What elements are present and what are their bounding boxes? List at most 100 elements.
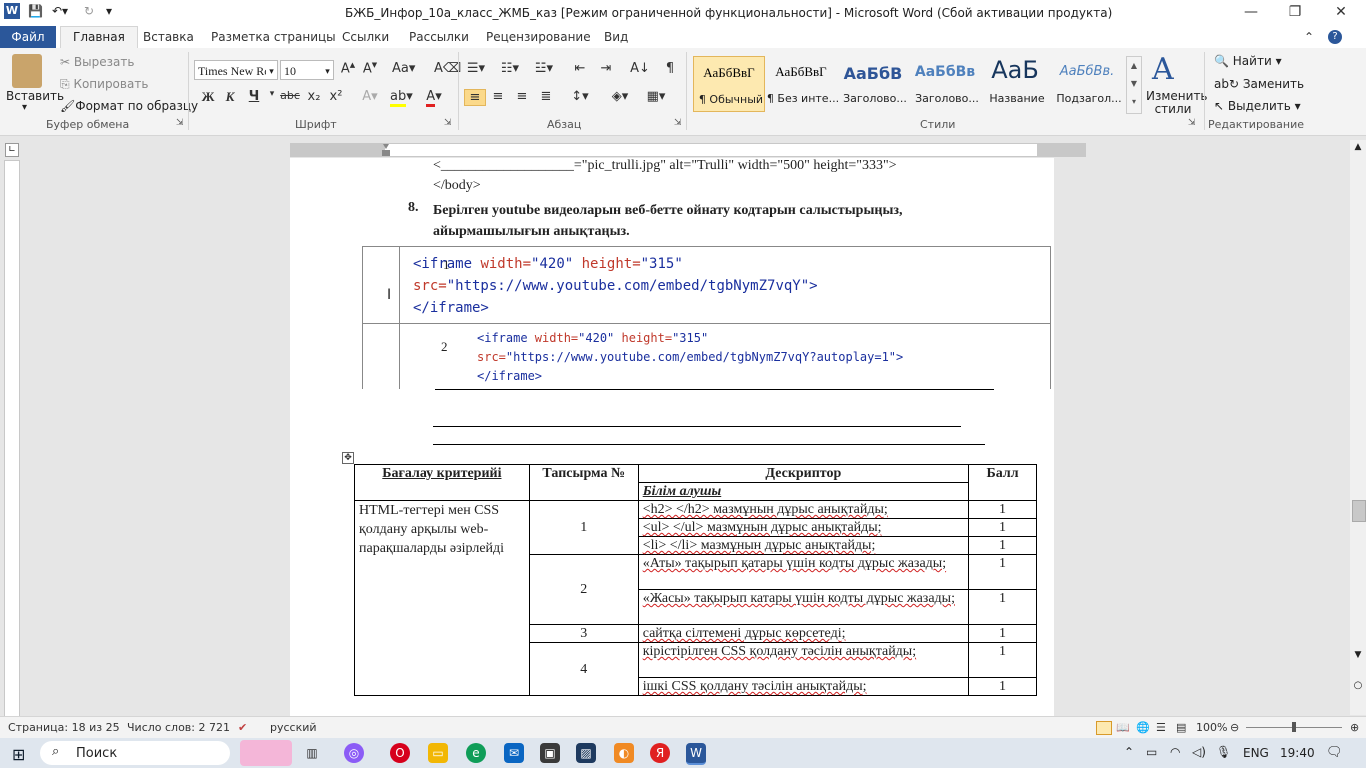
clock[interactable]: 19:40 — [1280, 746, 1315, 760]
tab-review[interactable]: Рецензирование — [486, 30, 591, 44]
borders-icon[interactable]: ▦▾ — [646, 89, 666, 104]
style-heading-2[interactable]: АаБбВв Заголово... — [910, 56, 980, 110]
multilevel-list-icon[interactable]: ☳▾ — [534, 61, 554, 76]
edge-icon[interactable]: e — [466, 743, 486, 763]
tab-home[interactable]: Главная — [60, 26, 138, 49]
style-title[interactable]: АаБ Название — [980, 56, 1050, 110]
paragraph-launcher-icon[interactable]: ⇲ — [674, 118, 682, 128]
bullets-icon[interactable]: ☰▾ — [466, 61, 486, 76]
paste-button[interactable]: Вставить — [6, 89, 64, 103]
browse-object-icon[interactable]: ○ — [1352, 680, 1364, 692]
style-heading-1[interactable]: АаБбВ Заголово... — [838, 56, 908, 110]
decrease-indent-icon[interactable]: ⇤ — [570, 61, 590, 76]
clear-formatting-icon[interactable]: A⌫ — [434, 61, 461, 76]
tab-insert[interactable]: Вставка — [143, 30, 194, 44]
proofing-icon[interactable]: ✔︎ — [238, 721, 247, 734]
tab-references[interactable]: Ссылки — [342, 30, 389, 44]
word-app-icon[interactable]: W — [4, 3, 20, 19]
battery-icon[interactable]: ▭ — [1146, 745, 1157, 759]
horizontal-ruler[interactable] — [290, 143, 1086, 157]
tab-selector-icon[interactable]: ∟ — [5, 143, 19, 157]
zoom-slider-thumb[interactable] — [1292, 722, 1296, 732]
yandex-icon[interactable]: Я — [650, 743, 670, 763]
paste-dropdown-icon[interactable]: ▾ — [22, 102, 27, 113]
style-normal[interactable]: АаБбВвГ ¶ Обычный — [693, 56, 765, 112]
zoom-in-icon[interactable]: ⊕ — [1350, 721, 1359, 734]
outline-icon[interactable]: ☰ — [1156, 721, 1166, 734]
tab-file[interactable]: Файл — [0, 26, 56, 48]
change-styles-icon[interactable]: A — [1152, 52, 1174, 87]
increase-indent-icon[interactable]: ⇥ — [596, 61, 616, 76]
grow-font-icon[interactable]: A▲ — [338, 61, 358, 76]
subscript-icon[interactable]: x₂ — [304, 89, 324, 104]
align-right-icon[interactable]: ≡ — [512, 89, 532, 104]
style-no-spacing[interactable]: АаБбВвГ ¶ Без инте... — [766, 56, 839, 110]
find-button[interactable]: 🔍 Найти ▾ — [1214, 54, 1282, 68]
numbering-icon[interactable]: ☷▾ — [500, 61, 520, 76]
shading-icon[interactable]: ◈▾ — [610, 89, 630, 104]
change-case-icon[interactable]: Aa▾ — [392, 61, 415, 76]
maximize-button[interactable]: ❐ — [1280, 4, 1310, 20]
font-size-dropdown-icon[interactable]: ▾ — [322, 60, 334, 80]
line-spacing-icon[interactable]: ↕▾ — [570, 89, 590, 104]
format-painter-button[interactable]: 🖌Формат по образцу — [60, 99, 198, 113]
opera-icon[interactable]: O — [390, 743, 410, 763]
web-layout-icon[interactable]: 🌐 — [1136, 721, 1150, 734]
superscript-icon[interactable]: x² — [326, 89, 346, 104]
italic-icon[interactable]: К — [220, 89, 240, 105]
vertical-ruler[interactable] — [4, 160, 20, 718]
task-view-icon[interactable]: ▥ — [302, 743, 322, 763]
language-indicator[interactable]: русский — [270, 721, 317, 734]
tray-chevron-icon[interactable]: ⌃ — [1124, 745, 1134, 759]
wifi-icon[interactable]: ◠ — [1170, 745, 1180, 759]
justify-icon[interactable]: ≣ — [536, 89, 556, 104]
cut-button[interactable]: ✂ Вырезать — [60, 55, 134, 69]
paste-icon[interactable] — [12, 54, 42, 88]
word-taskbar-icon[interactable]: W — [686, 743, 706, 765]
shrink-font-icon[interactable]: A▼ — [360, 61, 380, 76]
font-launcher-icon[interactable]: ⇲ — [444, 118, 452, 128]
styles-launcher-icon[interactable]: ⇲ — [1188, 118, 1196, 128]
scroll-thumb[interactable] — [1352, 500, 1366, 522]
minimize-ribbon-icon[interactable]: ⌃ — [1304, 30, 1314, 44]
customize-quick-access-icon[interactable]: ▾ — [106, 4, 112, 18]
document-page[interactable]: <___________________="pic_trulli.jpg" al… — [290, 158, 1054, 716]
vertical-scrollbar[interactable]: ▲ ▼ ○ — [1350, 140, 1366, 715]
mail-icon[interactable]: ✉ — [504, 743, 524, 763]
print-layout-icon[interactable] — [1096, 721, 1112, 735]
scroll-down-icon[interactable]: ▼ — [1352, 650, 1364, 662]
strikethrough-icon[interactable]: abc — [280, 89, 300, 102]
change-styles-button[interactable]: Изменить стили — [1146, 90, 1208, 116]
style-subtitle[interactable]: АаБбВв. Подзагол... — [1052, 56, 1122, 110]
photos-icon[interactable]: ▨ — [576, 743, 596, 763]
notifications-icon[interactable]: 🗨 — [1326, 745, 1343, 760]
close-button[interactable]: ✕ — [1326, 4, 1356, 20]
text-effects-icon[interactable]: A▾ — [360, 89, 380, 104]
copilot-icon[interactable]: ◎ — [344, 743, 364, 763]
help-icon[interactable]: ? — [1328, 30, 1342, 44]
align-left-icon[interactable]: ≡ — [464, 89, 486, 106]
word-count[interactable]: Число слов: 2 721 — [127, 721, 230, 734]
font-color-icon[interactable]: A▾ — [424, 89, 444, 107]
tab-mailings[interactable]: Рассылки — [409, 30, 469, 44]
table-move-handle-icon[interactable]: ✥ — [342, 452, 354, 464]
scroll-up-icon[interactable]: ▲ — [1352, 142, 1364, 154]
sort-icon[interactable]: A↓ — [630, 61, 650, 76]
zoom-out-icon[interactable]: ⊖ — [1230, 721, 1239, 734]
input-language[interactable]: ENG — [1243, 746, 1269, 760]
zoom-level[interactable]: 100% — [1196, 721, 1227, 734]
underline-dropdown-icon[interactable]: ▾ — [262, 89, 282, 99]
clipboard-launcher-icon[interactable]: ⇲ — [176, 118, 184, 128]
app-icon[interactable]: ▣ — [540, 743, 560, 763]
microphone-icon[interactable]: 🎙 — [1216, 745, 1231, 759]
save-icon[interactable]: 💾 — [28, 4, 43, 18]
styles-scroll[interactable]: ▲ ▼ ▾ — [1126, 56, 1142, 114]
tab-page-layout[interactable]: Разметка страницы — [211, 30, 336, 44]
highlight-icon[interactable]: ab▾ — [390, 89, 413, 107]
volume-icon[interactable]: ◁) — [1192, 745, 1206, 759]
font-name-dropdown-icon[interactable]: ▾ — [266, 60, 278, 80]
draft-icon[interactable]: ▤ — [1176, 721, 1186, 734]
show-formatting-marks-icon[interactable]: ¶ — [660, 61, 680, 76]
app-orange-icon[interactable]: ◐ — [614, 743, 634, 763]
windows-start-icon[interactable]: ⊞ — [12, 745, 25, 764]
